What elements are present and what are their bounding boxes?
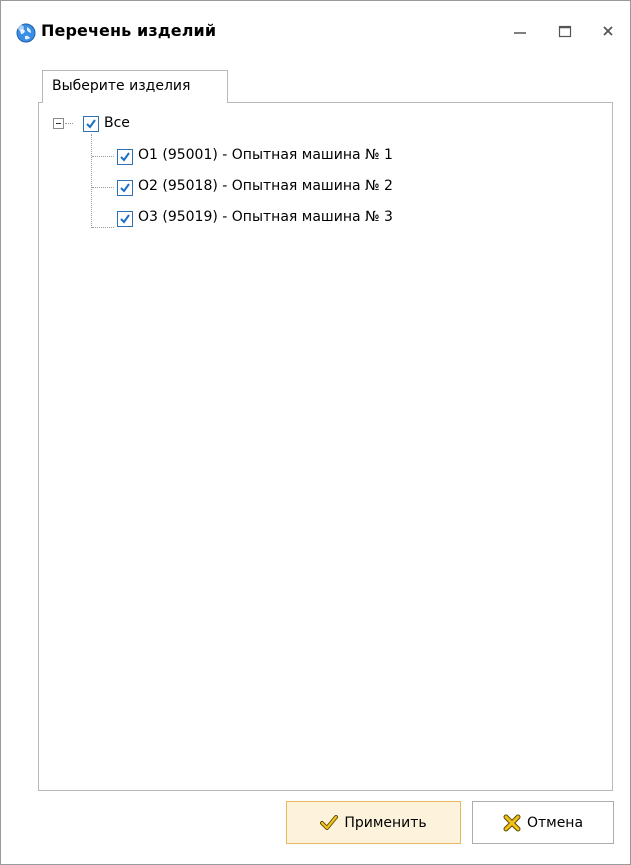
tree-root-label[interactable]: Все	[104, 115, 130, 131]
checkbox-all[interactable]	[83, 116, 99, 132]
tree-item-label[interactable]: О1 (95001) - Опытная машина № 1	[138, 147, 393, 163]
apply-button-label: Применить	[344, 814, 427, 831]
cross-icon	[503, 814, 521, 832]
dialog-window: Перечень изделий Выберите изделия Все О1…	[0, 0, 631, 865]
tree-connector	[92, 227, 114, 228]
cancel-button[interactable]: Отмена	[472, 801, 614, 844]
title-bar[interactable]: Перечень изделий	[1, 1, 630, 63]
tab-select-items[interactable]: Выберите изделия	[42, 70, 228, 103]
apply-button[interactable]: Применить	[286, 801, 461, 844]
globe-icon	[15, 22, 37, 44]
checkbox-item-3[interactable]	[117, 211, 133, 227]
checkbox-item-2[interactable]	[117, 180, 133, 196]
maximize-icon	[558, 23, 572, 42]
window-title: Перечень изделий	[41, 21, 217, 40]
checkbox-item-1[interactable]	[117, 149, 133, 165]
checkmark-icon	[320, 814, 339, 832]
minimize-button[interactable]	[503, 15, 537, 49]
minimize-icon	[513, 23, 527, 42]
close-button[interactable]	[591, 15, 625, 49]
tree-connector	[92, 156, 114, 157]
tree-connector	[91, 134, 92, 228]
tree-panel	[38, 102, 613, 791]
tab-label: Выберите изделия	[52, 78, 191, 94]
collapse-toggle[interactable]	[53, 118, 64, 129]
tree-item-label[interactable]: О2 (95018) - Опытная машина № 2	[138, 178, 393, 194]
cancel-button-label: Отмена	[526, 814, 584, 831]
close-icon	[601, 23, 615, 42]
tree-connector	[92, 187, 114, 188]
maximize-button[interactable]	[548, 15, 582, 49]
tree-item-label[interactable]: О3 (95019) - Опытная машина № 3	[138, 209, 393, 225]
tree-connector	[65, 123, 73, 124]
